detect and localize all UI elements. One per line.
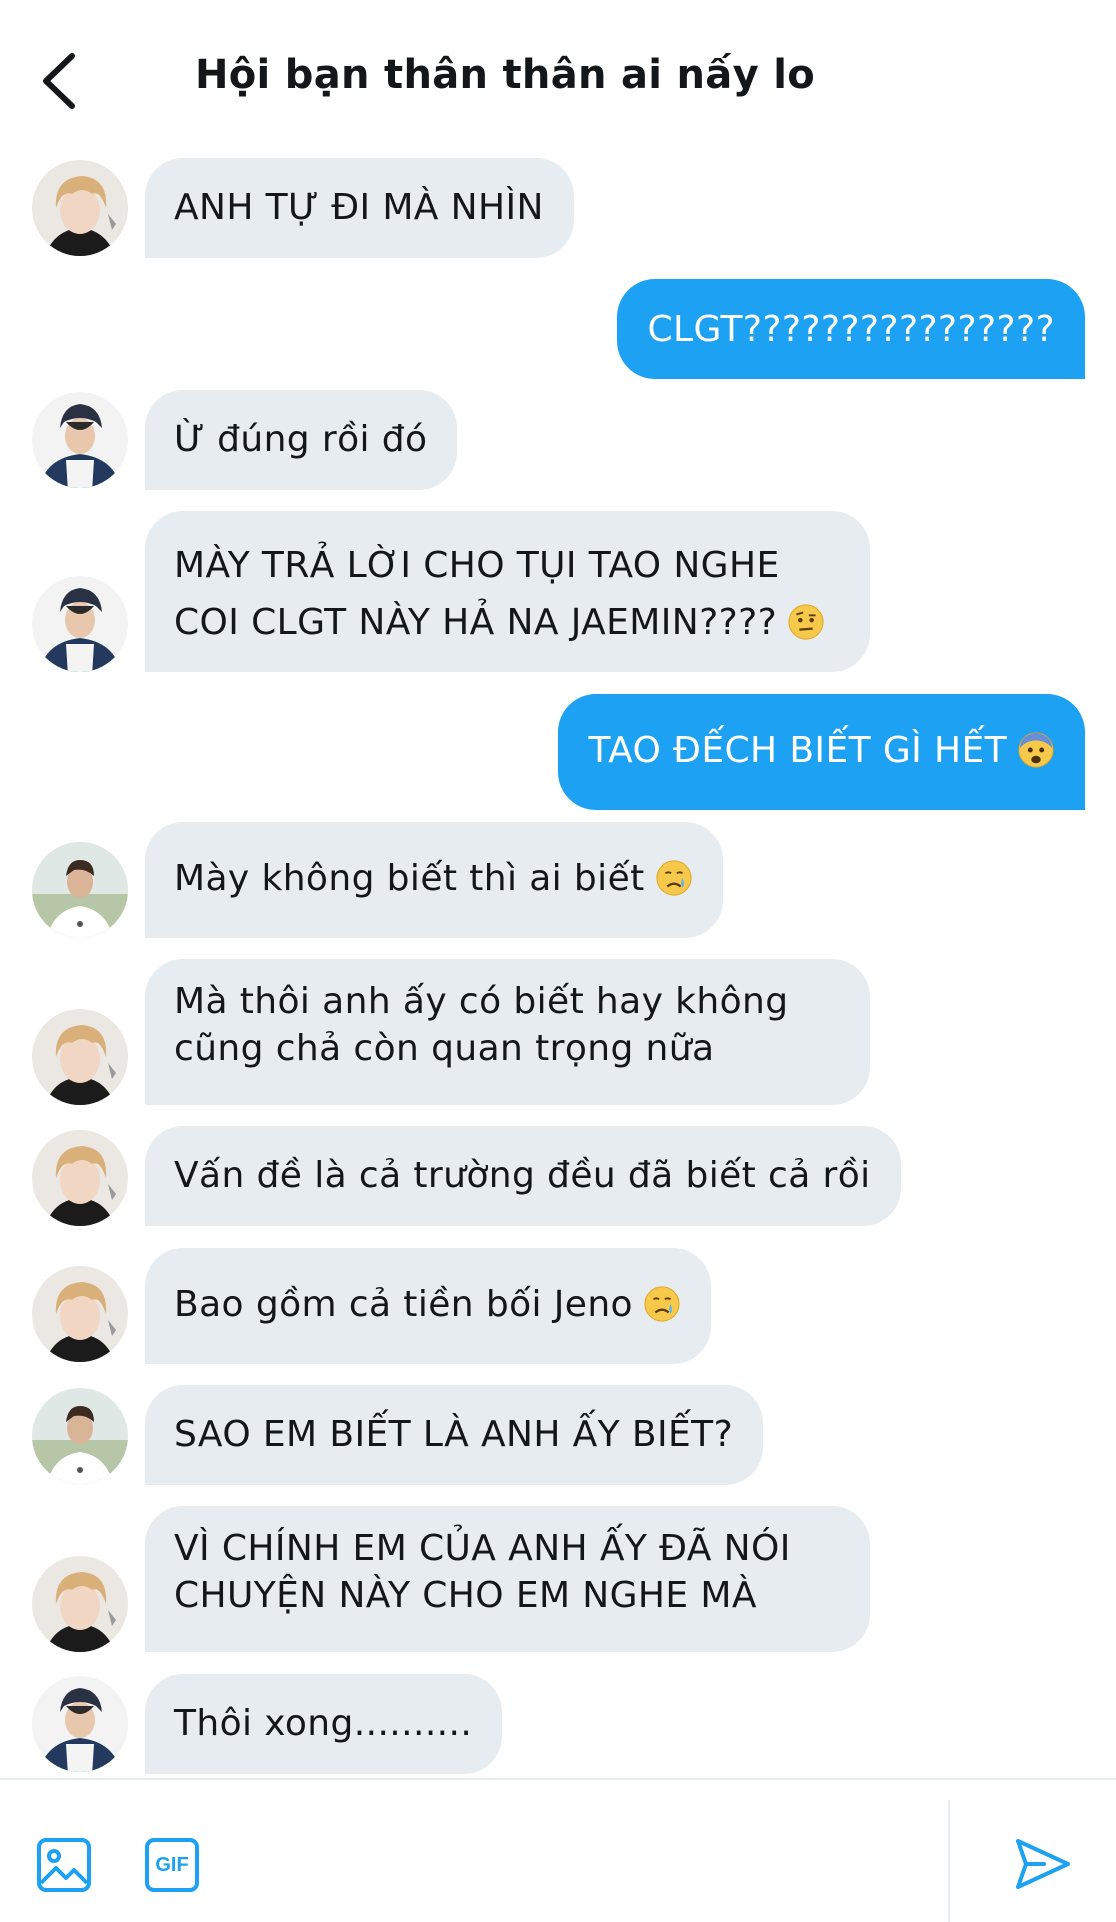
message-text: Vấn đề là cả trường đều đã biết cả rồi xyxy=(174,1155,871,1196)
avatar[interactable] xyxy=(32,1009,128,1105)
gif-button[interactable]: GIF xyxy=(144,1837,200,1893)
message-bubble[interactable]: Mà thôi anh ấy có biết hay không cũng ch… xyxy=(145,959,870,1105)
message-bubble[interactable]: Ừ đúng rồi đó xyxy=(145,390,458,490)
crying-face-icon xyxy=(655,859,693,897)
message-text-line: CHUYỆN NÀY CHO EM NGHE MÀ xyxy=(174,1575,757,1616)
chevron-left-icon xyxy=(43,53,75,109)
message-text: TAO ĐẾCH BIẾT GÌ HẾT xyxy=(588,730,1007,771)
composer-bar: GIF xyxy=(0,1778,1116,1922)
message-bubble-sent[interactable]: TAO ĐẾCH BIẾT GÌ HẾT xyxy=(558,694,1085,810)
gif-label: GIF xyxy=(155,1854,189,1876)
message-bubble[interactable]: Mày không biết thì ai biết xyxy=(145,822,723,938)
avatar[interactable] xyxy=(32,576,128,672)
message-text-line: COI CLGT NÀY HẢ NA JAEMIN???? xyxy=(174,602,778,643)
message-bubble[interactable]: Thôi xong.......... xyxy=(145,1674,503,1774)
add-image-button[interactable] xyxy=(36,1837,92,1897)
page-title: Hội bạn thân thân ai nấy lo xyxy=(195,52,815,98)
message-bubble[interactable]: VÌ CHÍNH EM CỦA ANH ẤY ĐÃ NÓI CHUYỆN NÀY… xyxy=(145,1506,870,1652)
raised-eyebrow-face-icon xyxy=(787,603,825,641)
message-text-line: cũng chả còn quan trọng nữa xyxy=(174,1028,715,1069)
message-text-line: MÀY TRẢ LỜI CHO TỤI TAO NGHE xyxy=(174,545,780,586)
composer-divider xyxy=(948,1800,950,1922)
avatar[interactable] xyxy=(32,1266,128,1362)
message-text: Ừ đúng rồi đó xyxy=(174,419,428,460)
send-icon xyxy=(1016,1839,1070,1889)
message-text: Bao gồm cả tiền bối Jeno xyxy=(174,1284,633,1325)
chat-header: Hội bạn thân thân ai nấy lo xyxy=(0,0,1116,150)
back-button[interactable] xyxy=(36,50,86,112)
message-text-line: Mà thôi anh ấy có biết hay không xyxy=(174,981,789,1022)
message-text: CLGT???????????????? xyxy=(647,309,1055,350)
avatar[interactable] xyxy=(32,160,128,256)
image-icon xyxy=(37,1838,91,1892)
message-bubble[interactable]: Bao gồm cả tiền bối Jeno xyxy=(145,1248,711,1364)
crying-face-icon xyxy=(643,1285,681,1323)
message-text: SAO EM BIẾT LÀ ANH ẤY BIẾT? xyxy=(174,1414,734,1455)
message-text-line: VÌ CHÍNH EM CỦA ANH ẤY ĐÃ NÓI xyxy=(174,1528,791,1569)
avatar[interactable] xyxy=(32,1130,128,1226)
avatar[interactable] xyxy=(32,1676,128,1772)
message-text: Mày không biết thì ai biết xyxy=(174,858,645,899)
message-bubble[interactable]: ANH TỰ ĐI MÀ NHÌN xyxy=(145,158,574,258)
message-text: Thôi xong.......... xyxy=(174,1703,473,1744)
message-text: ANH TỰ ĐI MÀ NHÌN xyxy=(174,187,544,228)
message-bubble[interactable]: Vấn đề là cả trường đều đã biết cả rồi xyxy=(145,1126,901,1226)
avatar[interactable] xyxy=(32,1388,128,1484)
message-bubble[interactable]: MÀY TRẢ LỜI CHO TỤI TAO NGHE COI CLGT NÀ… xyxy=(145,511,870,672)
send-button[interactable] xyxy=(1014,1835,1072,1897)
avatar[interactable] xyxy=(32,1556,128,1652)
avatar[interactable] xyxy=(32,392,128,488)
message-bubble[interactable]: SAO EM BIẾT LÀ ANH ẤY BIẾT? xyxy=(145,1385,764,1485)
avatar[interactable] xyxy=(32,842,128,938)
fearful-face-icon xyxy=(1017,731,1055,769)
message-bubble-sent[interactable]: CLGT???????????????? xyxy=(617,279,1085,379)
